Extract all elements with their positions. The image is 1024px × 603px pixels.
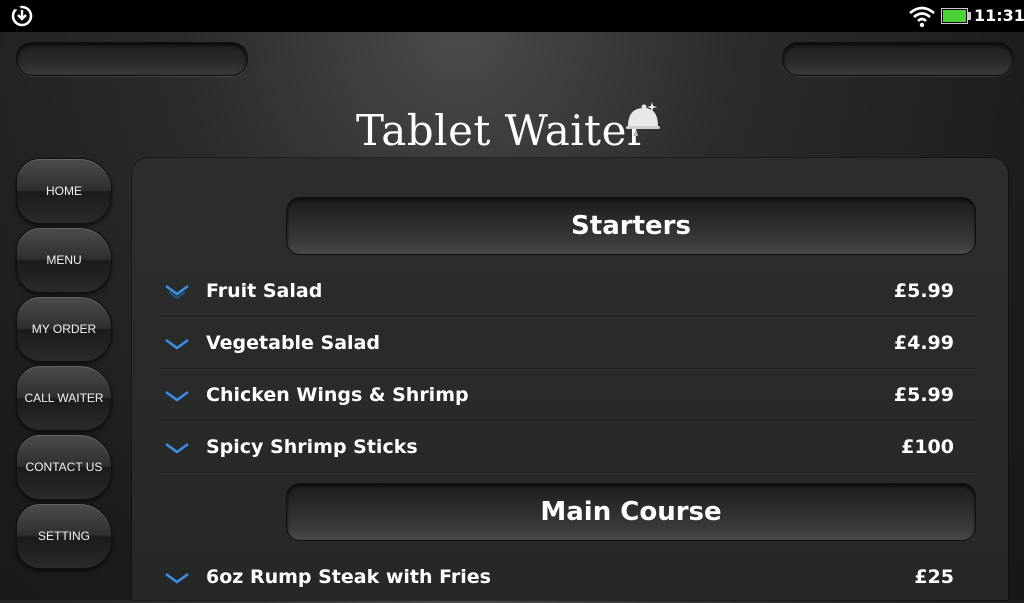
nav-my-order-button[interactable]: MY ORDER [16, 296, 112, 362]
menu-item-name: Fruit Salad [206, 280, 323, 302]
nav-menu-button[interactable]: MENU [16, 227, 112, 293]
nav-menu-label: MENU [46, 253, 82, 267]
menu-item-price: £25 [914, 566, 954, 588]
nav-contact-us-label: CONTACT US [25, 460, 103, 474]
chevron-down-icon[interactable] [162, 437, 192, 457]
menu-item-row[interactable]: Chicken Wings & Shrimp £5.99 [160, 369, 976, 421]
menu-item-row[interactable]: Fruit Salad £5.99 [160, 265, 976, 317]
section-header-main-course[interactable]: Main Course [286, 483, 976, 541]
chevron-down-icon[interactable] [162, 567, 192, 587]
menu-item-row[interactable]: 6oz Rump Steak with Fries £25 [160, 551, 976, 603]
nav-my-order-label: MY ORDER [31, 322, 97, 336]
menu-item-price: £100 [901, 436, 954, 458]
status-bar: 11:31 [0, 0, 1024, 32]
menu-item-price: £5.99 [893, 280, 954, 302]
menu-item-name: 6oz Rump Steak with Fries [206, 566, 491, 588]
cloche-icon [626, 102, 660, 136]
menu-item-name: Vegetable Salad [206, 332, 380, 354]
menu-item-price: £5.99 [893, 384, 954, 406]
top-left-field[interactable] [16, 42, 248, 76]
section-title: Main Course [540, 497, 722, 527]
sync-download-icon [11, 5, 33, 27]
nav-home-label: HOME [46, 184, 82, 198]
nav-setting-button[interactable]: SETTING [16, 503, 112, 569]
section-header-starters[interactable]: Starters [286, 197, 976, 255]
menu-item-name: Spicy Shrimp Sticks [206, 436, 418, 458]
menu-item-name: Chicken Wings & Shrimp [206, 384, 469, 406]
wifi-icon [909, 6, 935, 28]
menu-item-row[interactable]: Vegetable Salad £4.99 [160, 317, 976, 369]
nav-call-waiter-label: CALL WAITER [24, 391, 104, 405]
nav-call-waiter-button[interactable]: CALL WAITER [16, 365, 112, 431]
status-time: 11:31 [974, 6, 1024, 25]
menu-item-price: £4.99 [893, 332, 954, 354]
chevron-down-icon[interactable] [162, 385, 192, 405]
menu-item-row[interactable]: Spicy Shrimp Sticks £100 [160, 421, 976, 473]
section-title: Starters [571, 211, 691, 241]
chevron-down-icon[interactable] [162, 333, 192, 353]
nav-setting-label: SETTING [37, 529, 90, 543]
nav-home-button[interactable]: HOME [16, 158, 112, 224]
top-right-field[interactable] [782, 42, 1014, 76]
app-title: Tablet Waiter [356, 106, 648, 155]
nav-contact-us-button[interactable]: CONTACT US [16, 434, 112, 500]
battery-icon [941, 8, 971, 24]
chevron-down-icon[interactable] [162, 281, 192, 301]
